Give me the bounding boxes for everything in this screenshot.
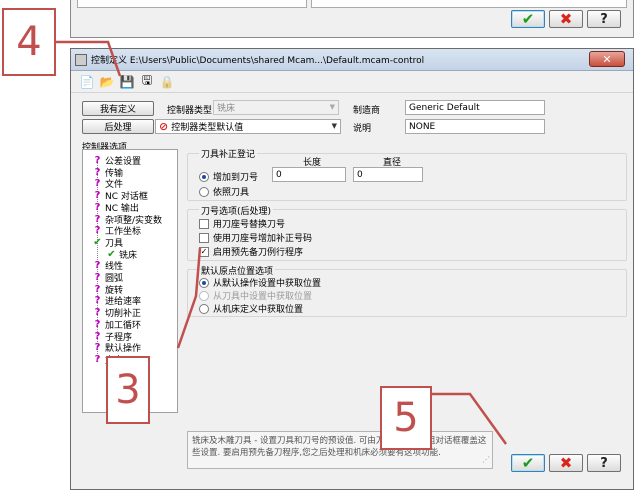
annotation-3: 3: [106, 356, 150, 424]
annotation-line-5: [432, 392, 508, 445]
annotation-5: 5: [380, 386, 432, 450]
annotation-line-4: [56, 40, 122, 77]
annotation-lines: [56, 40, 508, 445]
annotation-4: 4: [2, 8, 56, 76]
annotation-line-3: [176, 247, 202, 349]
